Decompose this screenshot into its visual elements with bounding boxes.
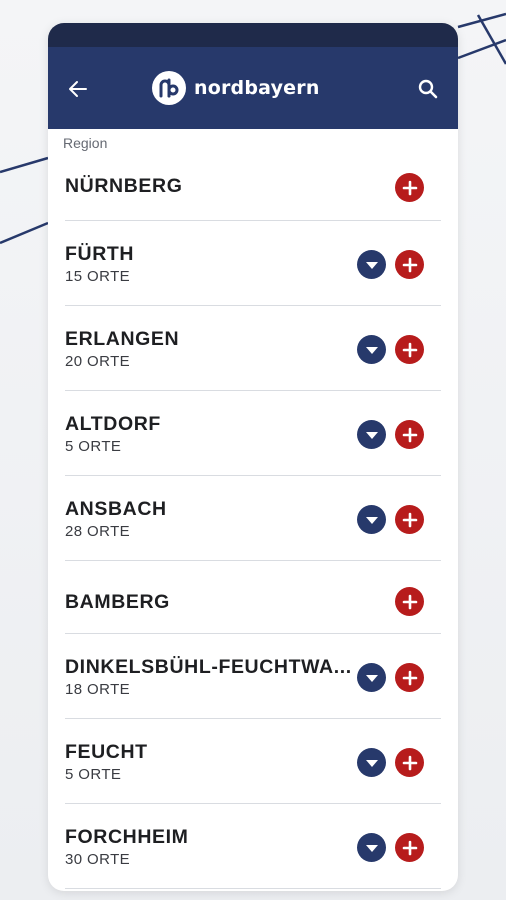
add-button[interactable] bbox=[395, 748, 424, 777]
plus-icon bbox=[402, 180, 417, 195]
search-icon bbox=[418, 79, 438, 99]
add-button[interactable] bbox=[395, 420, 424, 449]
expand-button[interactable] bbox=[357, 335, 386, 364]
add-button[interactable] bbox=[395, 250, 424, 279]
list-item[interactable]: BAMBERG bbox=[65, 561, 441, 634]
expand-button[interactable] bbox=[357, 250, 386, 279]
region-name: ANSBACH bbox=[65, 498, 167, 520]
plus-icon bbox=[402, 594, 417, 609]
region-count: 30 ORTE bbox=[65, 851, 131, 868]
nb-logo-icon bbox=[152, 71, 186, 105]
list-item[interactable]: ANSBACH 28 ORTE bbox=[65, 476, 441, 561]
list-item[interactable]: FEUCHT 5 ORTE bbox=[65, 719, 441, 804]
region-count: 18 ORTE bbox=[65, 681, 131, 698]
region-count: 28 ORTE bbox=[65, 523, 131, 540]
list-item[interactable]: NÜRNBERG bbox=[65, 155, 441, 221]
expand-button[interactable] bbox=[357, 420, 386, 449]
list-item[interactable]: ERLANGEN 20 ORTE bbox=[65, 306, 441, 391]
add-button[interactable] bbox=[395, 173, 424, 202]
expand-button[interactable] bbox=[357, 748, 386, 777]
brand-name: nordbayern bbox=[194, 77, 320, 99]
region-count: 5 ORTE bbox=[65, 766, 122, 783]
expand-button[interactable] bbox=[357, 663, 386, 692]
add-button[interactable] bbox=[395, 587, 424, 616]
chevron-down-icon bbox=[365, 844, 378, 852]
chevron-down-icon bbox=[365, 759, 378, 767]
region-count: 15 ORTE bbox=[65, 268, 131, 285]
expand-button[interactable] bbox=[357, 833, 386, 862]
plus-icon bbox=[402, 670, 417, 685]
plus-icon bbox=[402, 342, 417, 357]
section-label: Region bbox=[63, 135, 108, 151]
list-item[interactable]: ALTDORF 5 ORTE bbox=[65, 391, 441, 476]
region-name: ALTDORF bbox=[65, 413, 161, 435]
expand-button[interactable] bbox=[357, 505, 386, 534]
region-name: DINKELSBÜHL-FEUCHTWA... bbox=[65, 656, 352, 678]
search-button[interactable] bbox=[416, 77, 440, 101]
region-count: 5 ORTE bbox=[65, 438, 122, 455]
list-item[interactable]: DINKELSBÜHL-FEUCHTWA... 18 ORTE bbox=[65, 634, 441, 719]
list-item[interactable]: FORCHHEIM 30 ORTE bbox=[65, 804, 441, 889]
list-item[interactable]: FÜRTH 15 ORTE bbox=[65, 221, 441, 306]
plus-icon bbox=[402, 512, 417, 527]
plus-icon bbox=[402, 755, 417, 770]
phone-frame: nordbayern Region NÜRNBERG FÜRTH 15 ORTE bbox=[48, 23, 458, 891]
region-name: FÜRTH bbox=[65, 243, 135, 265]
app-bar: nordbayern bbox=[48, 47, 458, 129]
arrow-left-icon bbox=[69, 81, 87, 97]
chevron-down-icon bbox=[365, 674, 378, 682]
plus-icon bbox=[402, 840, 417, 855]
chevron-down-icon bbox=[365, 346, 378, 354]
add-button[interactable] bbox=[395, 833, 424, 862]
add-button[interactable] bbox=[395, 505, 424, 534]
region-name: FORCHHEIM bbox=[65, 826, 189, 848]
plus-icon bbox=[402, 427, 417, 442]
chevron-down-icon bbox=[365, 431, 378, 439]
region-name: ERLANGEN bbox=[65, 328, 180, 350]
region-count: 20 ORTE bbox=[65, 353, 131, 370]
chevron-down-icon bbox=[365, 261, 378, 269]
add-button[interactable] bbox=[395, 335, 424, 364]
plus-icon bbox=[402, 257, 417, 272]
brand: nordbayern bbox=[152, 70, 320, 106]
back-button[interactable] bbox=[66, 77, 90, 101]
chevron-down-icon bbox=[365, 516, 378, 524]
add-button[interactable] bbox=[395, 663, 424, 692]
region-name: BAMBERG bbox=[65, 591, 170, 613]
region-name: NÜRNBERG bbox=[65, 175, 183, 197]
region-name: FEUCHT bbox=[65, 741, 148, 763]
status-bar bbox=[48, 23, 458, 47]
region-list: NÜRNBERG FÜRTH 15 ORTE ERLANGEN 20 ORTE bbox=[48, 155, 458, 889]
